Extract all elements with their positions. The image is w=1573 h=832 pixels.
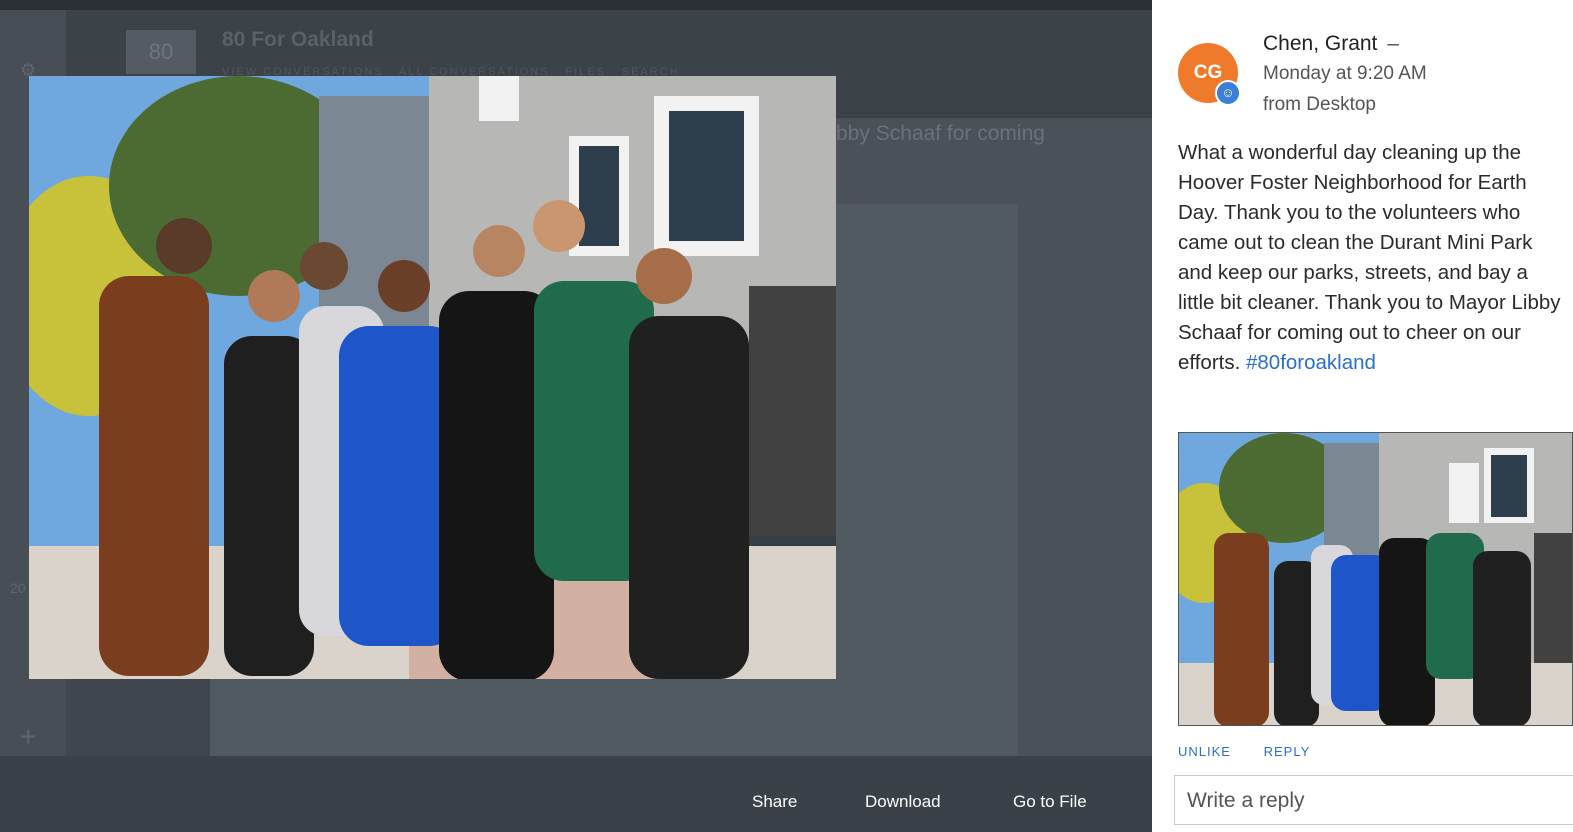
go-to-file-button[interactable]: Go to File (1013, 792, 1087, 812)
smiley-icon: ☺ (1215, 80, 1241, 106)
post-photo-thumbnail[interactable] (1178, 432, 1573, 726)
main-photo (29, 76, 836, 679)
download-button[interactable]: Download (865, 792, 941, 812)
reply-box (1174, 775, 1573, 825)
author-dash: – (1387, 32, 1400, 55)
reply-button[interactable]: REPLY (1264, 744, 1311, 756)
share-button[interactable]: Share (752, 792, 797, 812)
unlike-button[interactable]: UNLIKE (1178, 744, 1231, 756)
group-logo: 80 (126, 30, 196, 74)
post-body: What a wonderful day cleaning up the Hoo… (1178, 138, 1563, 378)
reply-input[interactable] (1187, 789, 1567, 813)
group-title: 80 For Oakland (222, 28, 374, 51)
post-panel: CG ☺ Chen, Grant – Monday at 9:20 AM from… (1152, 0, 1573, 832)
background-post-text: bby Schaaf for coming (836, 122, 1045, 145)
viewer-toolbar: Share Download Go to File (0, 756, 1152, 832)
top-strip (0, 0, 1152, 10)
plus-icon: + (20, 721, 37, 752)
post-source: from Desktop (1263, 94, 1376, 115)
post-actions: UNLIKE REPLY (1178, 744, 1338, 756)
rail-number: 20 (10, 580, 26, 596)
post-timestamp: Monday at 9:20 AM (1263, 63, 1427, 84)
post-body-text: What a wonderful day cleaning up the Hoo… (1178, 141, 1561, 374)
author-name[interactable]: Chen, Grant – (1263, 32, 1399, 56)
hashtag-link[interactable]: #80foroakland (1246, 351, 1376, 374)
author-name-text[interactable]: Chen, Grant (1263, 32, 1377, 55)
